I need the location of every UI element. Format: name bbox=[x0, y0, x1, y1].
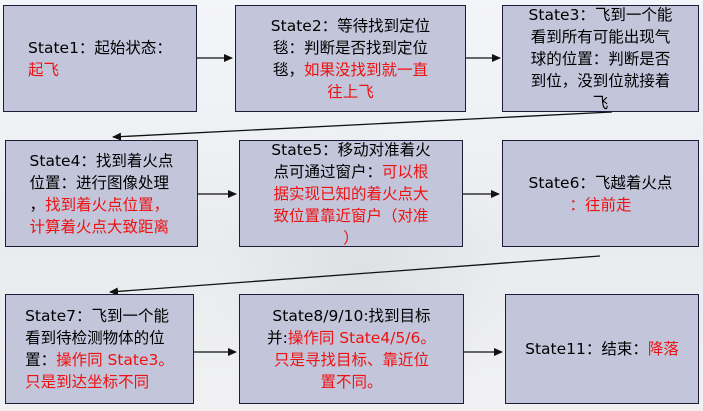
state3-box: State3：飞到一个能 看到所有可能出现气 球的位置：判断是否 到位，没到位就接着飞 bbox=[502, 5, 699, 112]
highlight-text: ） bbox=[343, 228, 359, 247]
state8-line: 置不同。 bbox=[267, 371, 436, 393]
state6-line: ：往前走 bbox=[529, 194, 673, 216]
state7-line: 置：操作同 State3。 bbox=[25, 349, 174, 371]
state11-text: State11：结束：降落 bbox=[525, 338, 679, 360]
state8-text: State8/9/10:找到目标并:操作同 State4/5/6。只是寻找目标、… bbox=[267, 305, 436, 393]
state4-line: State4：找到着火点 bbox=[30, 150, 174, 172]
highlight-text: 找到着火点位置， bbox=[45, 195, 170, 214]
label-text: State1：起始状态： bbox=[28, 38, 172, 57]
arrow-6-7 bbox=[109, 255, 601, 296]
highlight-text: 计算着火点大致距离 bbox=[29, 217, 170, 236]
state7-line: 只是到达坐标不同 bbox=[25, 371, 174, 393]
state2-line: 毯：判断是否找到定位 bbox=[271, 37, 430, 59]
arrow-3-4 bbox=[112, 111, 613, 141]
state4-line: 位置：进行图像处理 bbox=[30, 172, 174, 194]
highlight-text: 操作同 State4/5/6。 bbox=[287, 329, 436, 347]
state3-line: 飞 bbox=[529, 92, 673, 114]
label-text: 到位，没到位就接着 bbox=[530, 71, 671, 90]
state8-line: 并:操作同 State4/5/6。 bbox=[267, 327, 436, 349]
highlight-text: 如果没找到就一直 bbox=[303, 60, 428, 79]
state5-line: 点可通过窗户：可以根 bbox=[271, 161, 430, 183]
state3-line: 球的位置：判断是否 bbox=[529, 48, 673, 70]
label-text: State7：飞到一个能 bbox=[25, 307, 169, 325]
state3-line: State3：飞到一个能 bbox=[529, 4, 673, 26]
state6-text: State6：飞越着火点 ：往前走 bbox=[529, 172, 673, 216]
highlight-text: 往上飞 bbox=[327, 82, 374, 101]
state2-box: State2：等待找到定位 毯：判断是否找到定位 毯，如果没找到就一直 往上飞 bbox=[235, 5, 466, 112]
label-text: 毯：判断是否找到定位 bbox=[272, 38, 428, 57]
state8-line: 只是寻找目标、靠近位 bbox=[267, 349, 436, 371]
highlight-text: 只是寻找目标、靠近位 bbox=[273, 351, 429, 369]
label-text: 看到待检测物体的位 bbox=[25, 329, 165, 347]
state2-line: 毯，如果没找到就一直 bbox=[271, 59, 430, 81]
highlight-text: 据实现已知的着火点大 bbox=[273, 184, 429, 203]
state5-line: State5：移动对准着火 bbox=[271, 139, 430, 161]
state5-text: State5：移动对准着火 点可通过窗户：可以根 据实现已知的着火点大 致位置靠近窗户… bbox=[271, 139, 430, 249]
state11-line: State11：结束：降落 bbox=[525, 338, 679, 360]
label-text: State6：飞越着火点 bbox=[528, 173, 673, 192]
state7-line: State7：飞到一个能 bbox=[25, 305, 174, 327]
highlight-text: ：往前走 bbox=[569, 195, 632, 214]
state6-box: State6：飞越着火点 ：往前走 bbox=[502, 140, 699, 247]
state5-line: ） bbox=[271, 227, 430, 249]
label-text: 置： bbox=[25, 351, 57, 369]
highlight-text: 可以根 bbox=[381, 162, 429, 181]
state3-line: 看到所有可能出现气 bbox=[529, 26, 673, 48]
label-text: ， bbox=[29, 195, 46, 214]
state4-text: State4：找到着火点 位置：进行图像处理 ，找到着火点位置， 计算着火点大致距离 bbox=[30, 150, 174, 238]
label-text: 点可通过窗户： bbox=[273, 162, 382, 181]
label-text: State11：结束： bbox=[525, 340, 648, 358]
label-text: 并: bbox=[267, 329, 288, 347]
state7-text: State7：飞到一个能 看到待检测物体的位 置：操作同 State3。 只是到达坐标… bbox=[25, 305, 174, 393]
state1-line: 起飞 bbox=[28, 59, 172, 81]
highlight-text: 只是到达坐标不同 bbox=[25, 373, 150, 391]
highlight-text: 致位置靠近窗户（对准 bbox=[273, 206, 429, 225]
highlight-text: 起飞 bbox=[28, 60, 60, 79]
label-text: 毯， bbox=[272, 60, 304, 79]
state7-line: 看到待检测物体的位 bbox=[25, 327, 174, 349]
label-text: 飞 bbox=[592, 93, 609, 112]
state2-line: State2：等待找到定位 bbox=[271, 15, 430, 37]
state1-line: State1：起始状态： bbox=[28, 37, 172, 59]
highlight-text: 操作同 State3。 bbox=[56, 351, 174, 369]
label-text: State8/9/10:找到目标 bbox=[272, 307, 431, 325]
state4-line: ，找到着火点位置， bbox=[30, 194, 174, 216]
state5-line: 致位置靠近窗户（对准 bbox=[271, 205, 430, 227]
state2-text: State2：等待找到定位 毯：判断是否找到定位 毯，如果没找到就一直 往上飞 bbox=[271, 15, 430, 103]
label-text: State4：找到着火点 bbox=[29, 151, 174, 170]
highlight-text: 置不同。 bbox=[320, 373, 383, 391]
label-text: State2：等待找到定位 bbox=[270, 16, 431, 35]
label-text: State3：飞到一个能 bbox=[528, 5, 673, 24]
state8-box: State8/9/10:找到目标并:操作同 State4/5/6。只是寻找目标、… bbox=[239, 294, 464, 404]
state3-text: State3：飞到一个能 看到所有可能出现气 球的位置：判断是否 到位，没到位就接着飞 bbox=[529, 4, 673, 114]
state8-line: State8/9/10:找到目标 bbox=[267, 305, 436, 327]
state1-box: State1：起始状态： 起飞 bbox=[3, 5, 197, 112]
state5-line: 据实现已知的着火点大 bbox=[271, 183, 430, 205]
highlight-text: 降落 bbox=[647, 340, 679, 358]
state3-line: 到位，没到位就接着 bbox=[529, 70, 673, 92]
state1-text: State1：起始状态： 起飞 bbox=[28, 37, 172, 81]
state11-box: State11：结束：降落 bbox=[505, 294, 699, 404]
label-text: 看到所有可能出现气 bbox=[530, 27, 671, 46]
state2-line: 往上飞 bbox=[271, 81, 430, 103]
state4-box: State4：找到着火点 位置：进行图像处理 ，找到着火点位置， 计算着火点大致距离 bbox=[5, 140, 198, 247]
label-text: 球的位置：判断是否 bbox=[530, 49, 671, 68]
state6-line: State6：飞越着火点 bbox=[529, 172, 673, 194]
state5-box: State5：移动对准着火 点可通过窗户：可以根 据实现已知的着火点大 致位置靠近窗户… bbox=[239, 140, 463, 247]
state7-box: State7：飞到一个能 看到待检测物体的位 置：操作同 State3。 只是到达坐标… bbox=[5, 294, 194, 404]
label-text: State5：移动对准着火 bbox=[271, 140, 431, 159]
label-text: 位置：进行图像处理 bbox=[29, 173, 170, 192]
state4-line: 计算着火点大致距离 bbox=[30, 216, 174, 238]
